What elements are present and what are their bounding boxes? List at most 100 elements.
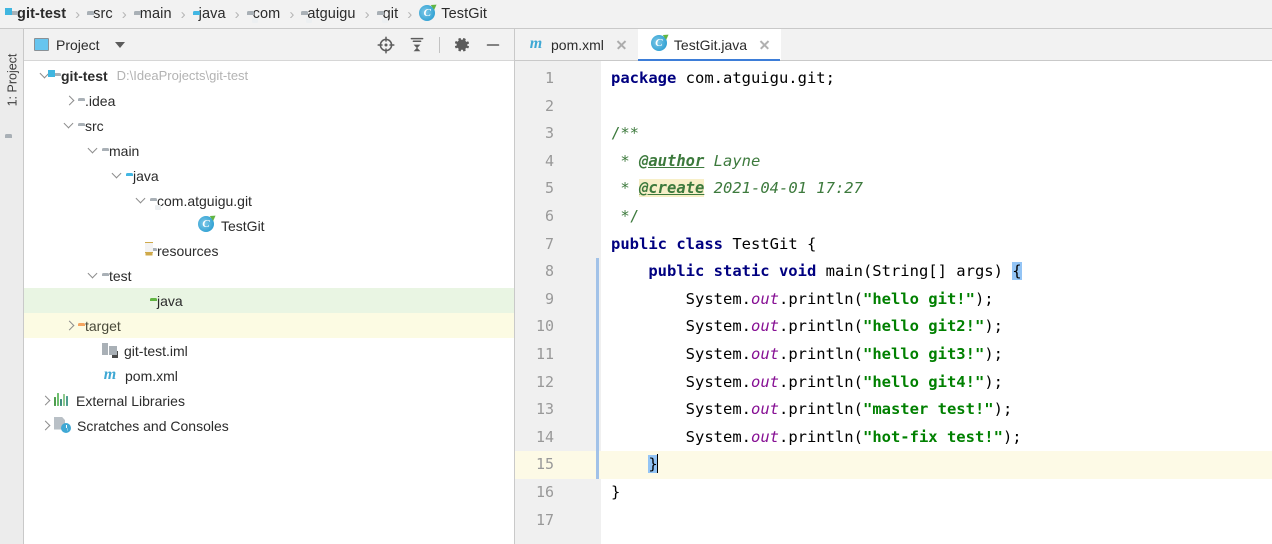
collapse-all-icon[interactable]	[408, 36, 426, 54]
project-panel-title: Project	[56, 36, 100, 53]
code-token: "hello git!"	[862, 289, 975, 308]
tree-node-label: test	[109, 267, 132, 284]
tree-node-java[interactable]: java	[24, 288, 514, 313]
code-token: );	[993, 400, 1013, 419]
breadcrumb-separator: ›	[75, 5, 81, 23]
breadcrumb-item-git[interactable]: git	[375, 0, 401, 28]
tree-node-com-atguigu-git[interactable]: com.atguigu.git	[24, 188, 514, 213]
breadcrumb-separator: ›	[407, 5, 413, 23]
breadcrumb-item-com[interactable]: com	[245, 0, 283, 28]
tree-node-resources[interactable]: resources	[24, 238, 514, 263]
rail-button-project-label: 1: Project	[5, 53, 19, 107]
code-line: /**	[601, 120, 1272, 148]
minimize-icon[interactable]	[484, 36, 502, 54]
code-token: package	[611, 69, 686, 87]
code-token: );	[984, 317, 1003, 336]
code-token: */	[611, 206, 639, 225]
gutter-line-number: 1	[544, 69, 554, 87]
close-icon[interactable]	[615, 38, 628, 51]
tree-node-external-libraries[interactable]: External Libraries	[24, 388, 514, 413]
code-token: .println(	[778, 427, 863, 446]
code-token: *	[611, 179, 639, 198]
tree-node--idea[interactable]: .idea	[24, 88, 514, 113]
expander-icon[interactable]	[84, 271, 102, 280]
tree-node-src[interactable]: src	[24, 113, 514, 138]
project-tree[interactable]: git-test D:\IdeaProjects\git-test .idea src…	[24, 61, 514, 544]
project-panel-title-group[interactable]: Project	[34, 37, 125, 53]
expander-icon[interactable]	[132, 196, 150, 205]
code-line: }	[601, 451, 1272, 479]
expander-icon[interactable]	[84, 146, 102, 155]
expander-icon[interactable]	[36, 421, 54, 430]
project-panel-header: Project	[24, 29, 514, 61]
code-line: System.out.println("hot-fix test!");	[601, 424, 1272, 452]
rail-button-project[interactable]: 1: Project	[0, 35, 24, 125]
breadcrumb-item-testgit[interactable]: C TestGit	[417, 0, 489, 28]
chevron-down-icon	[89, 271, 98, 280]
close-icon[interactable]	[758, 38, 771, 51]
tree-node-label: resources	[157, 242, 219, 259]
tree-node-test[interactable]: test	[24, 263, 514, 288]
code-token	[656, 454, 659, 474]
tree-node-label: main	[109, 142, 140, 159]
tree-node-pom-xml[interactable]: pom.xml	[24, 363, 514, 388]
tree-node-testgit[interactable]: C TestGit	[24, 213, 514, 238]
breadcrumb-item-label: git-test	[17, 6, 67, 22]
code-token: out	[750, 427, 779, 446]
java-class-icon: C	[650, 32, 671, 54]
expander-icon[interactable]	[60, 321, 78, 330]
tree-node-git-test-iml[interactable]: git-test.iml	[24, 338, 514, 363]
code-line: public static void main(String[] args) {	[601, 258, 1272, 286]
code-editor[interactable]: 1 2 3 4 5 6 7 8 9 10 11 12 13 14 15 16 17 package com.at…	[515, 61, 1272, 544]
tree-node-scratches-and-consoles[interactable]: Scratches and Consoles	[24, 413, 514, 438]
code-token: out	[750, 289, 779, 308]
expander-icon[interactable]	[60, 121, 78, 130]
code-token: .println(	[778, 400, 863, 419]
gutter-line-number: 16	[535, 482, 554, 501]
code-token: .println(	[778, 372, 863, 391]
expander-icon[interactable]	[108, 171, 126, 180]
code-token: public class	[611, 234, 733, 253]
editor-tab-testgit-java[interactable]: C TestGit.java	[637, 29, 782, 61]
breadcrumb-item-src[interactable]: src	[85, 0, 115, 28]
gutter-line-number: 13	[535, 400, 554, 419]
breadcrumb-item-git-test[interactable]: git-test	[9, 0, 68, 28]
expander-icon[interactable]	[36, 396, 54, 405]
scroll-from-source-icon[interactable]	[377, 35, 395, 54]
gear-icon[interactable]	[453, 36, 471, 54]
gutter-line-number: 2	[544, 96, 554, 115]
tree-node-main[interactable]: main	[24, 138, 514, 163]
chevron-down-icon	[113, 171, 122, 180]
breadcrumb-item-label: atguigu	[307, 6, 356, 22]
breadcrumb-item-atguigu[interactable]: atguigu	[299, 0, 357, 28]
code-token: );	[984, 372, 1003, 391]
gutter-line-number: 8	[544, 262, 554, 281]
breadcrumb-item-main[interactable]: main	[132, 0, 174, 28]
code-token: System.	[611, 344, 751, 363]
gutter-line-number: 5	[544, 179, 554, 198]
code-line: public class TestGit {	[601, 231, 1272, 259]
code-token: 2021-04-01 17:27	[704, 179, 863, 198]
code-line: System.out.println("hello git3!");	[601, 341, 1272, 369]
vcs-change-marker[interactable]	[596, 258, 599, 479]
chevron-down-icon[interactable]	[114, 41, 125, 48]
editor-tab-pom-xml[interactable]: pom.xml	[515, 29, 638, 60]
tree-node-java[interactable]: java	[24, 163, 514, 188]
editor-gutter[interactable]: 1 2 3 4 5 6 7 8 9 10 11 12 13 14 15 16 17	[515, 61, 601, 544]
expander-icon[interactable]	[60, 96, 78, 105]
code-token: /**	[611, 124, 639, 143]
code-token: *	[611, 151, 639, 170]
code-token: out	[750, 372, 779, 391]
tree-node-label: src	[85, 117, 104, 134]
breadcrumb-item-java[interactable]: java	[191, 0, 228, 28]
editor-code[interactable]: package com.atguigu.git; /** * @author La…	[601, 61, 1272, 544]
code-line: System.out.println("hello git2!");	[601, 313, 1272, 341]
chevron-down-icon	[89, 146, 98, 155]
tree-node-label: Scratches and Consoles	[77, 417, 229, 434]
code-token: out	[750, 400, 779, 419]
tree-node-target[interactable]: target	[24, 313, 514, 338]
breadcrumb-item-label: src	[93, 6, 113, 22]
code-token: );	[984, 344, 1003, 363]
code-line: System.out.println("hello git!");	[601, 286, 1272, 314]
tree-node-git-test[interactable]: git-test D:\IdeaProjects\git-test	[24, 63, 514, 88]
